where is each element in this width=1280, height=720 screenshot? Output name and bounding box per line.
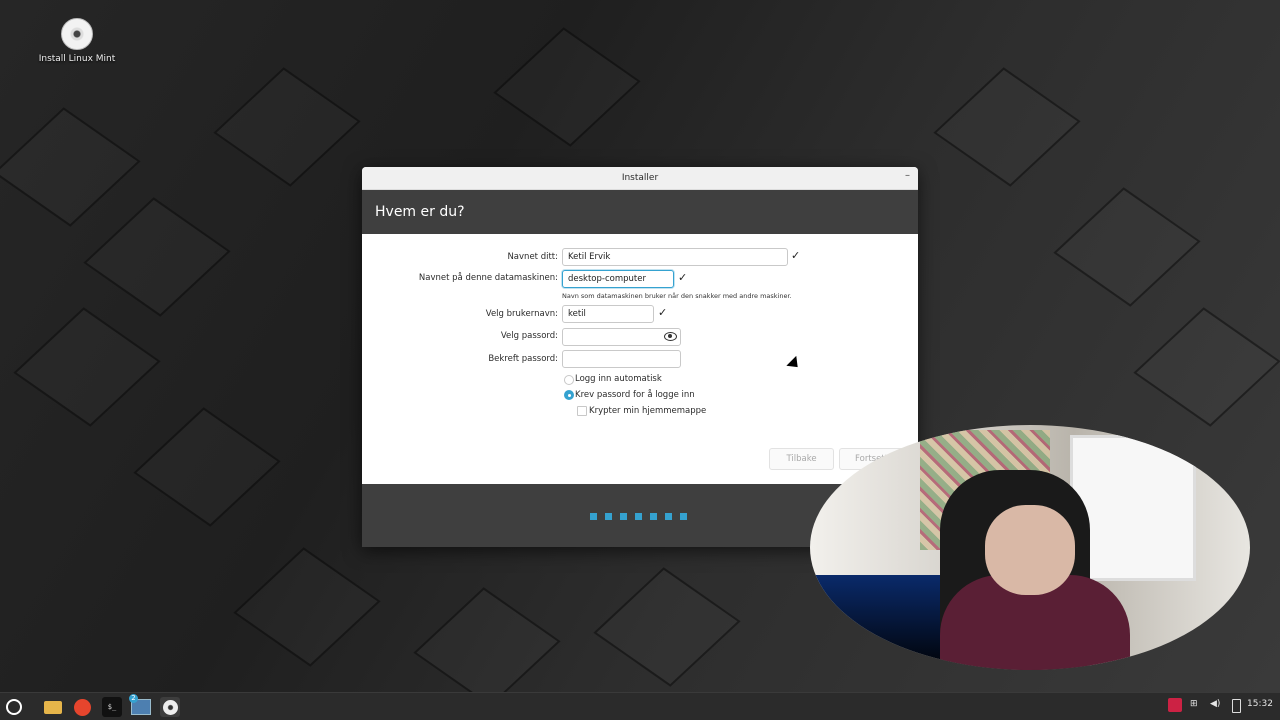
volume-icon[interactable]: ◀) — [1210, 699, 1220, 709]
computer-name-valid-check-icon: ✓ — [678, 271, 688, 284]
wallpaper-tile — [13, 307, 161, 427]
wallpaper-tile — [233, 547, 381, 667]
menu-icon[interactable] — [4, 697, 24, 717]
webcam-person-head — [985, 505, 1075, 595]
confirm-password-label: Bekreft passord: — [488, 354, 558, 364]
window-title: Installer — [621, 173, 659, 183]
wallpaper-tile — [593, 567, 741, 687]
terminal-icon[interactable]: $_ — [102, 697, 122, 717]
progress-step-dot — [680, 513, 687, 520]
page-title: Hvem er du? — [375, 204, 465, 220]
wallpaper-tile — [1053, 187, 1201, 307]
installer-icon[interactable] — [160, 697, 180, 717]
battery-icon[interactable] — [1232, 699, 1241, 713]
progress-step-dot — [650, 513, 657, 520]
username-label: Velg brukernavn: — [485, 309, 558, 319]
username-field[interactable]: ketil — [562, 305, 654, 323]
disc-icon — [61, 18, 93, 50]
computer-name-label: Navnet på denne datamaskinen: — [418, 273, 558, 283]
desktop-icon-label: Install Linux Mint — [38, 54, 116, 64]
user-form: Navnet ditt: Ketil Ervik ✓ Navnet på den… — [362, 234, 918, 484]
clock[interactable]: 15:32 — [1247, 699, 1273, 709]
wallpaper-tile — [0, 107, 141, 227]
auto-login-radio[interactable] — [564, 375, 574, 385]
progress-step-dot — [635, 513, 642, 520]
workspace-badge: 2 — [129, 694, 138, 703]
progress-step-dot — [665, 513, 672, 520]
wallpaper-tile — [213, 67, 361, 187]
taskbar: $_ 2 ⊞ ◀) 15:32 — [0, 692, 1280, 720]
files-icon[interactable] — [43, 697, 63, 717]
confirm-password-field[interactable] — [562, 350, 681, 368]
computer-name-hint: Navn som datamaskinen bruker når den sna… — [562, 292, 792, 300]
password-label: Velg passord: — [500, 331, 558, 341]
name-label: Navnet ditt: — [507, 252, 558, 262]
firefox-icon[interactable] — [72, 697, 92, 717]
network-icon[interactable]: ⊞ — [1190, 699, 1198, 709]
wallpaper-tile — [493, 27, 641, 147]
wallpaper-tile — [83, 197, 231, 317]
wallpaper-tile — [133, 407, 281, 527]
show-password-eye-icon[interactable] — [664, 332, 677, 341]
workspace-icon[interactable]: 2 — [129, 694, 151, 717]
window-titlebar[interactable]: Installer – — [362, 167, 918, 190]
webcam-floor — [810, 575, 940, 670]
wallpaper-tile — [933, 67, 1081, 187]
username-valid-check-icon: ✓ — [658, 306, 668, 319]
progress-step-dot — [590, 513, 597, 520]
page-header: Hvem er du? — [362, 190, 918, 234]
back-button[interactable]: Tilbake — [769, 448, 834, 470]
require-password-radio[interactable] — [564, 390, 574, 400]
webcam-overlay — [810, 425, 1250, 670]
progress-indicator — [590, 513, 687, 520]
progress-step-dot — [620, 513, 627, 520]
install-linux-mint-desktop-icon[interactable]: Install Linux Mint — [36, 18, 118, 64]
terminal-glyph: $_ — [107, 703, 117, 711]
encrypt-home-label[interactable]: Krypter min hjemmemappe — [589, 406, 706, 416]
wallpaper-tile — [413, 587, 561, 692]
encrypt-home-checkbox[interactable] — [577, 406, 587, 416]
name-field[interactable]: Ketil Ervik — [562, 248, 788, 266]
flag-icon[interactable] — [1168, 698, 1182, 712]
name-valid-check-icon: ✓ — [791, 249, 801, 262]
minimize-button[interactable]: – — [905, 170, 910, 181]
progress-step-dot — [605, 513, 612, 520]
wallpaper-tile — [1133, 307, 1280, 427]
require-password-label[interactable]: Krev passord for å logge inn — [575, 390, 695, 400]
computer-name-field[interactable]: desktop-computer — [562, 270, 674, 288]
auto-login-label[interactable]: Logg inn automatisk — [575, 374, 662, 384]
